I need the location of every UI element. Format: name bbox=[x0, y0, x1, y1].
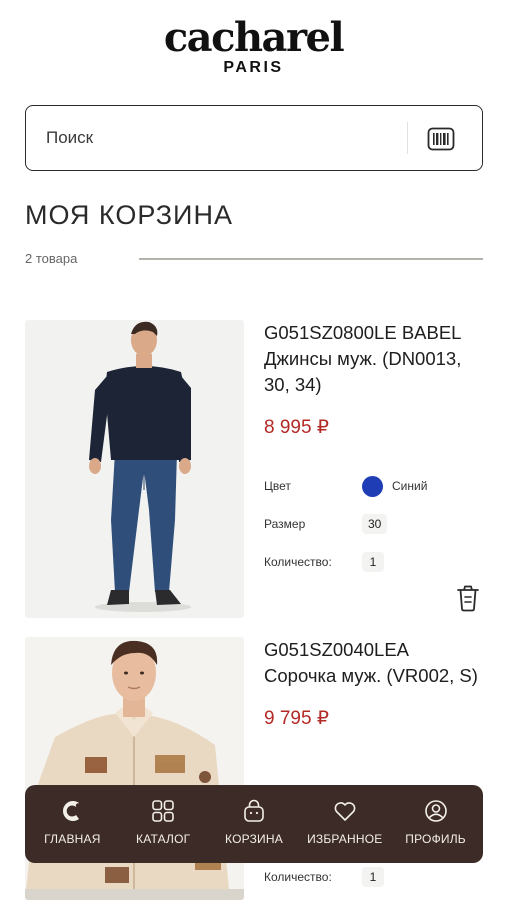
product-price: 9 795 ₽ bbox=[264, 708, 329, 729]
cart-item-count: 2 товара bbox=[25, 251, 78, 266]
quantity-value[interactable]: 1 bbox=[362, 867, 384, 887]
size-row: Размер 30 bbox=[264, 505, 483, 543]
tab-cart[interactable]: КОРЗИНА bbox=[209, 785, 299, 863]
quantity-label: Количество: bbox=[264, 870, 332, 884]
bottom-tab-bar: ГЛАВНАЯ КАТАЛОГ КОРЗИНА ИЗБРАННОЕ ПРОФИЛ… bbox=[25, 785, 483, 863]
tab-favorites[interactable]: ИЗБРАННОЕ bbox=[300, 785, 390, 863]
search-input[interactable] bbox=[46, 126, 386, 150]
product-name[interactable]: G051SZ0040LEA Сорочка муж. (VR002, S) bbox=[264, 637, 483, 689]
size-label: Размер bbox=[264, 517, 306, 531]
profile-icon bbox=[424, 800, 447, 822]
quantity-label: Количество: bbox=[264, 555, 332, 569]
brand-logo: cacharel PARIS bbox=[0, 18, 507, 77]
tab-cart-label: КОРЗИНА bbox=[225, 832, 283, 846]
product-image[interactable] bbox=[25, 320, 244, 618]
product-name[interactable]: G051SZ0800LE BABEL Джинсы муж. (DN0013, … bbox=[264, 320, 483, 398]
quantity-row: Количество: 1 bbox=[264, 543, 483, 581]
product-price: 8 995 ₽ bbox=[264, 417, 329, 438]
grid-icon bbox=[152, 800, 174, 822]
search-bar bbox=[25, 105, 483, 171]
tab-home[interactable]: ГЛАВНАЯ bbox=[27, 785, 117, 863]
brand-name: cacharel bbox=[163, 14, 345, 61]
quantity-row: Количество: 1 bbox=[264, 867, 384, 887]
product-attributes: Цвет Синий Размер 30 Количество: 1 bbox=[264, 467, 483, 581]
count-divider bbox=[139, 258, 483, 260]
page-title: МОЯ КОРЗИНА bbox=[25, 200, 233, 230]
cacharel-c-icon bbox=[63, 801, 81, 821]
quantity-value[interactable]: 1 bbox=[362, 552, 384, 572]
tab-catalog-label: КАТАЛОГ bbox=[136, 832, 191, 846]
product-info: G051SZ0800LE BABEL Джинсы муж. (DN0013, … bbox=[264, 320, 483, 581]
tab-favorites-label: ИЗБРАННОЕ bbox=[307, 832, 383, 846]
tab-profile[interactable]: ПРОФИЛЬ bbox=[391, 785, 481, 863]
tab-catalog[interactable]: КАТАЛОГ bbox=[118, 785, 208, 863]
brand-sub: PARIS bbox=[223, 59, 284, 76]
bag-icon bbox=[244, 799, 264, 822]
trash-icon[interactable] bbox=[455, 584, 481, 612]
tab-home-label: ГЛАВНАЯ bbox=[44, 832, 101, 846]
color-value: Синий bbox=[392, 479, 428, 493]
heart-icon bbox=[334, 802, 356, 821]
tab-profile-label: ПРОФИЛЬ bbox=[405, 832, 466, 846]
color-swatch bbox=[362, 475, 383, 497]
barcode-scan-icon[interactable] bbox=[426, 124, 456, 154]
color-label: Цвет bbox=[264, 479, 291, 493]
search-divider bbox=[407, 122, 408, 154]
cart-item: G051SZ0800LE BABEL Джинсы муж. (DN0013, … bbox=[25, 320, 483, 618]
color-row: Цвет Синий bbox=[264, 467, 483, 505]
size-value: 30 bbox=[362, 514, 388, 534]
product-info: G051SZ0040LEA Сорочка муж. (VR002, S) 9 … bbox=[264, 637, 483, 730]
